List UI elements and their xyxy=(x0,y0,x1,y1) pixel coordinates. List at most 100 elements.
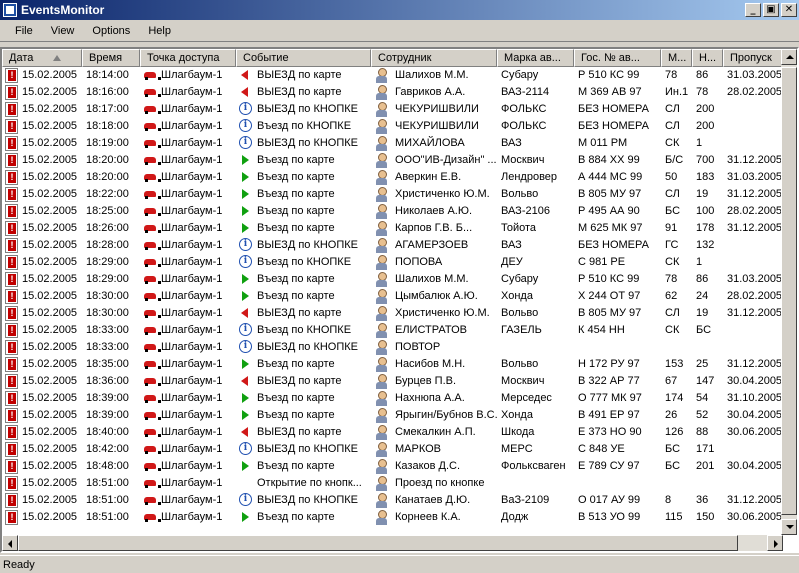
column-header-m[interactable]: М... xyxy=(661,49,692,67)
table-row[interactable]: 15.02.2005 18:39:00 Шлагбаум-1 Въезд по кар… xyxy=(2,390,783,407)
table-row[interactable]: 15.02.2005 18:51:00 Шлагбаум-1 i ВЫЕЗД по КН… xyxy=(2,492,783,509)
table-row[interactable]: 15.02.2005 18:14:00 Шлагбаум-1 ВЫЕЗД по кар… xyxy=(2,67,783,84)
table-row[interactable]: 15.02.2005 18:39:00 Шлагбаум-1 Въезд по кар… xyxy=(2,407,783,424)
scroll-right-button[interactable] xyxy=(767,535,783,551)
cell-car-brand: Мерседес xyxy=(497,390,574,407)
table-row[interactable]: 15.02.2005 18:29:00 Шлагбаум-1 Въезд по кар… xyxy=(2,271,783,288)
scroll-down-button[interactable] xyxy=(781,519,797,535)
table-row[interactable]: 15.02.2005 18:28:00 Шлагбаум-1 i ВЫЕЗД по КН… xyxy=(2,237,783,254)
menu-file[interactable]: File xyxy=(6,22,42,40)
horizontal-scrollbar[interactable] xyxy=(2,535,783,551)
table-row[interactable]: 15.02.2005 18:17:00 Шлагбаум-1 i ВЫЕЗД по КН… xyxy=(2,101,783,118)
table-row[interactable]: 15.02.2005 18:22:00 Шлагбаум-1 Въезд по кар… xyxy=(2,186,783,203)
info-icon: i xyxy=(239,493,252,506)
column-header-pass[interactable]: Пропуск xyxy=(723,49,783,67)
cell-m: 50 xyxy=(661,169,692,186)
cell-time: 18:18:00 xyxy=(82,118,140,135)
cell-text: ВЫЕЗД по КНОПКЕ xyxy=(257,494,359,506)
table-row[interactable]: 15.02.2005 18:48:00 Шлагбаум-1 Въезд по кар… xyxy=(2,458,783,475)
cell-pass xyxy=(723,101,783,118)
vertical-scrollbar[interactable] xyxy=(781,49,797,535)
column-header-time[interactable]: Время xyxy=(82,49,140,67)
table-row[interactable]: 15.02.2005 18:20:00 Шлагбаум-1 Въезд по кар… xyxy=(2,169,783,186)
cell-text: ВЫЕЗД по карте xyxy=(257,86,342,98)
cell-text: 15.02.2005 xyxy=(22,171,78,183)
cell-text: Въезд по карте xyxy=(257,511,335,523)
cell-car-brand: Москвич xyxy=(497,373,574,390)
table-row[interactable]: 15.02.2005 18:19:00 Шлагбаум-1 i ВЫЕЗД по КН… xyxy=(2,135,783,152)
close-button[interactable]: ✕ xyxy=(781,3,797,17)
cell-text: 700 xyxy=(696,154,715,166)
cell-date: 15.02.2005 xyxy=(2,84,82,101)
table-row[interactable]: 15.02.2005 18:25:00 Шлагбаум-1 Въезд по кар… xyxy=(2,203,783,220)
title-bar[interactable]: EventsMonitor _ ▣ ✕ xyxy=(0,0,799,20)
scroll-up-button[interactable] xyxy=(781,49,797,65)
table-row[interactable]: 15.02.2005 18:30:00 Шлагбаум-1 Въезд по кар… xyxy=(2,288,783,305)
cell-text: Въезд по карте xyxy=(257,460,335,472)
vertical-scroll-thumb[interactable] xyxy=(781,67,797,515)
column-header-plate-number[interactable]: Гос. № ав... xyxy=(574,49,661,67)
cell-date: 15.02.2005 xyxy=(2,169,82,186)
table-row[interactable]: 15.02.2005 18:26:00 Шлагбаум-1 Въезд по кар… xyxy=(2,220,783,237)
person-icon xyxy=(375,203,387,220)
table-row[interactable]: 15.02.2005 18:51:00 Шлагбаум-1 Открытие по … xyxy=(2,475,783,492)
table-row[interactable]: 15.02.2005 18:35:00 Шлагбаум-1 Въезд по кар… xyxy=(2,356,783,373)
table-row[interactable]: 15.02.2005 18:42:00 Шлагбаум-1 i ВЫЕЗД по КН… xyxy=(2,441,783,458)
cell-text: БС xyxy=(696,324,712,336)
cell-m: 115 xyxy=(661,509,692,526)
cell-employee: Гавриков А.А. xyxy=(371,84,497,101)
column-header-car-brand[interactable]: Марка ав... xyxy=(497,49,574,67)
cell-employee: Канатаев Д.Ю. xyxy=(371,492,497,509)
events-list[interactable]: Дата Время Точка доступа Событие Сотрудник Ма… xyxy=(0,47,799,553)
column-header-event[interactable]: Событие xyxy=(236,49,371,67)
table-row[interactable]: 15.02.2005 18:51:00 Шлагбаум-1 Въезд по кар… xyxy=(2,509,783,526)
maximize-button[interactable]: ▣ xyxy=(763,3,779,17)
cell-text: БЕЗ НОМЕРА xyxy=(578,120,649,132)
cell-employee: МАРКОВ xyxy=(371,441,497,458)
minimize-button[interactable]: _ xyxy=(745,3,761,17)
alert-icon xyxy=(5,204,18,219)
cell-date: 15.02.2005 xyxy=(2,424,82,441)
table-row[interactable]: 15.02.2005 18:18:00 Шлагбаум-1 i Въезд по КН… xyxy=(2,118,783,135)
cell-n: 86 xyxy=(692,67,723,84)
cell-time: 18:29:00 xyxy=(82,254,140,271)
cell-text: 115 xyxy=(665,511,683,523)
column-header-access-point[interactable]: Точка доступа xyxy=(140,49,236,67)
cell-text: Шлагбаум-1 xyxy=(161,69,223,81)
cell-n: 88 xyxy=(692,424,723,441)
cell-text: ЧЕКУРИШВИЛИ xyxy=(395,103,479,115)
table-row[interactable]: 15.02.2005 18:16:00 Шлагбаум-1 ВЫЕЗД по кар… xyxy=(2,84,783,101)
cell-time: 18:39:00 xyxy=(82,390,140,407)
cell-plate-number xyxy=(574,339,661,356)
cell-text: ВЫЕЗД по КНОПКЕ xyxy=(257,103,359,115)
cell-text: 31.12.2005 xyxy=(727,358,783,370)
cell-text: 15.02.2005 xyxy=(22,460,78,472)
menu-help[interactable]: Help xyxy=(139,22,180,40)
cell-pass xyxy=(723,135,783,152)
cell-event: i Въезд по КНОПКЕ xyxy=(236,118,371,135)
car-icon xyxy=(144,514,161,522)
table-row[interactable]: 15.02.2005 18:29:00 Шлагбаум-1 i Въезд по КН… xyxy=(2,254,783,271)
column-header-n[interactable]: Н... xyxy=(692,49,723,67)
alert-icon xyxy=(5,136,18,151)
column-header-employee[interactable]: Сотрудник xyxy=(371,49,497,67)
cell-m: 62 xyxy=(661,288,692,305)
table-row[interactable]: 15.02.2005 18:20:00 Шлагбаум-1 Въезд по кар… xyxy=(2,152,783,169)
cell-text: 15.02.2005 xyxy=(22,239,78,251)
cell-text: М 369 АВ 97 xyxy=(578,86,642,98)
column-header-date[interactable]: Дата xyxy=(2,49,82,67)
table-row[interactable]: 15.02.2005 18:30:00 Шлагбаум-1 ВЫЕЗД по кар… xyxy=(2,305,783,322)
horizontal-scroll-thumb[interactable] xyxy=(18,535,738,551)
person-icon xyxy=(375,135,387,152)
table-row[interactable]: 15.02.2005 18:33:00 Шлагбаум-1 i Въезд по КН… xyxy=(2,322,783,339)
cell-employee: Проезд по кнопке xyxy=(371,475,497,492)
table-row[interactable]: 15.02.2005 18:40:00 Шлагбаум-1 ВЫЕЗД по кар… xyxy=(2,424,783,441)
menu-options[interactable]: Options xyxy=(83,22,139,40)
cell-pass: 31.12.2005 xyxy=(723,305,783,322)
table-row[interactable]: 15.02.2005 18:33:00 Шлагбаум-1 i ВЫЕЗД по КН… xyxy=(2,339,783,356)
table-row[interactable]: 15.02.2005 18:36:00 Шлагбаум-1 ВЫЕЗД по кар… xyxy=(2,373,783,390)
scroll-left-button[interactable] xyxy=(2,535,18,551)
cell-text: К 454 НН xyxy=(578,324,625,336)
cell-car-brand: ДЕУ xyxy=(497,254,574,271)
menu-view[interactable]: View xyxy=(42,22,84,40)
